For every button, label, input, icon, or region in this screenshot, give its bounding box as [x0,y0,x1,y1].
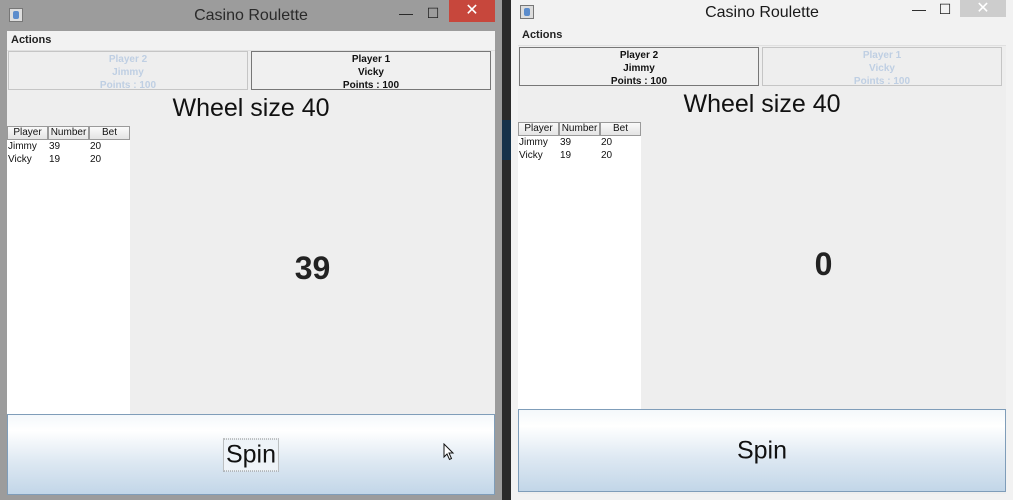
window-right: Casino Roulette — ☐ ✕ Actions Player 2 J… [511,0,1013,500]
cell-number: 39 [49,141,61,152]
tab-points: Points : 100 [99,80,157,91]
cell-number: 19 [560,150,572,161]
tab-points: Points : 100 [342,80,400,91]
spin-button-label: Spin [736,436,788,464]
spin-button[interactable]: Spin [518,409,1006,492]
minimize-icon[interactable]: — [907,0,931,18]
tab-points: Points : 100 [853,76,911,87]
window-content: Actions Player 2 Jimmy Points : 100 Play… [7,31,495,495]
spin-result: 39 [294,250,331,286]
tab-player-2[interactable]: Player 2 Jimmy Points : 100 [8,51,248,91]
maximize-icon[interactable]: ☐ [933,0,957,18]
tab-label: Player 1 [862,50,902,61]
tab-player-name: Vicky [869,63,895,74]
wheel-size-label: Wheel size 40 [172,94,330,122]
cell-number: 19 [49,154,61,165]
table-row[interactable]: Vicky 19 20 [518,149,641,162]
cell-number: 39 [560,137,572,148]
spin-button-label: Spin [222,438,280,471]
cell-bet: 20 [90,141,102,152]
column-header-bet[interactable]: Bet [89,126,130,140]
tab-label: Player 2 [619,50,659,61]
maximize-icon[interactable]: ☐ [421,4,445,22]
bets-table[interactable]: Player Number Bet Jimmy 39 20 Vicky 19 2… [518,122,641,409]
table-row[interactable]: Vicky 19 20 [7,153,130,166]
cell-player: Jimmy [519,137,548,148]
table-header: Player Number Bet [7,126,130,140]
tab-player-name: Jimmy [112,67,144,78]
column-header-bet[interactable]: Bet [600,122,641,136]
window-left: Casino Roulette — ☐ ✕ Actions Player 2 J… [0,0,502,500]
spin-result: 0 [814,246,833,282]
column-header-player[interactable]: Player [518,122,559,136]
table-row[interactable]: Jimmy 39 20 [7,140,130,153]
tab-player-name: Vicky [358,67,384,78]
column-header-number[interactable]: Number [559,122,600,136]
cell-bet: 20 [601,137,613,148]
cell-player: Vicky [8,154,32,165]
cell-player: Jimmy [8,141,37,152]
tab-player-2[interactable]: Player 2 Jimmy Points : 100 [519,47,759,87]
menu-actions[interactable]: Actions [11,34,51,46]
close-icon[interactable]: ✕ [960,0,1006,17]
wheel-size-label: Wheel size 40 [683,90,841,118]
bets-table[interactable]: Player Number Bet Jimmy 39 20 Vicky 19 2… [7,126,130,416]
tab-player-1[interactable]: Player 1 Vicky Points : 100 [251,51,491,91]
menu-bar: Actions [518,26,1006,46]
spin-button[interactable]: Spin [7,414,495,495]
minimize-icon[interactable]: — [394,4,418,22]
table-header: Player Number Bet [518,122,641,136]
title-bar[interactable]: Casino Roulette — ☐ ✕ [511,0,1013,25]
cell-bet: 20 [601,150,613,161]
cell-bet: 20 [90,154,102,165]
tab-label: Player 2 [108,54,148,65]
tab-player-name: Jimmy [623,63,655,74]
menu-actions[interactable]: Actions [522,29,562,41]
column-header-number[interactable]: Number [48,126,89,140]
menu-bar: Actions [7,31,495,51]
column-header-player[interactable]: Player [7,126,48,140]
close-icon[interactable]: ✕ [449,0,495,22]
tab-label: Player 1 [351,54,391,65]
mouse-pointer-icon [443,443,455,461]
table-row[interactable]: Jimmy 39 20 [518,136,641,149]
title-bar[interactable]: Casino Roulette — ☐ ✕ [0,0,502,31]
cell-player: Vicky [519,150,543,161]
tab-player-1[interactable]: Player 1 Vicky Points : 100 [762,47,1002,87]
tab-points: Points : 100 [610,76,668,87]
desktop-background [502,120,511,160]
window-content: Actions Player 2 Jimmy Points : 100 Play… [518,26,1006,494]
desktop-gap [502,0,511,500]
